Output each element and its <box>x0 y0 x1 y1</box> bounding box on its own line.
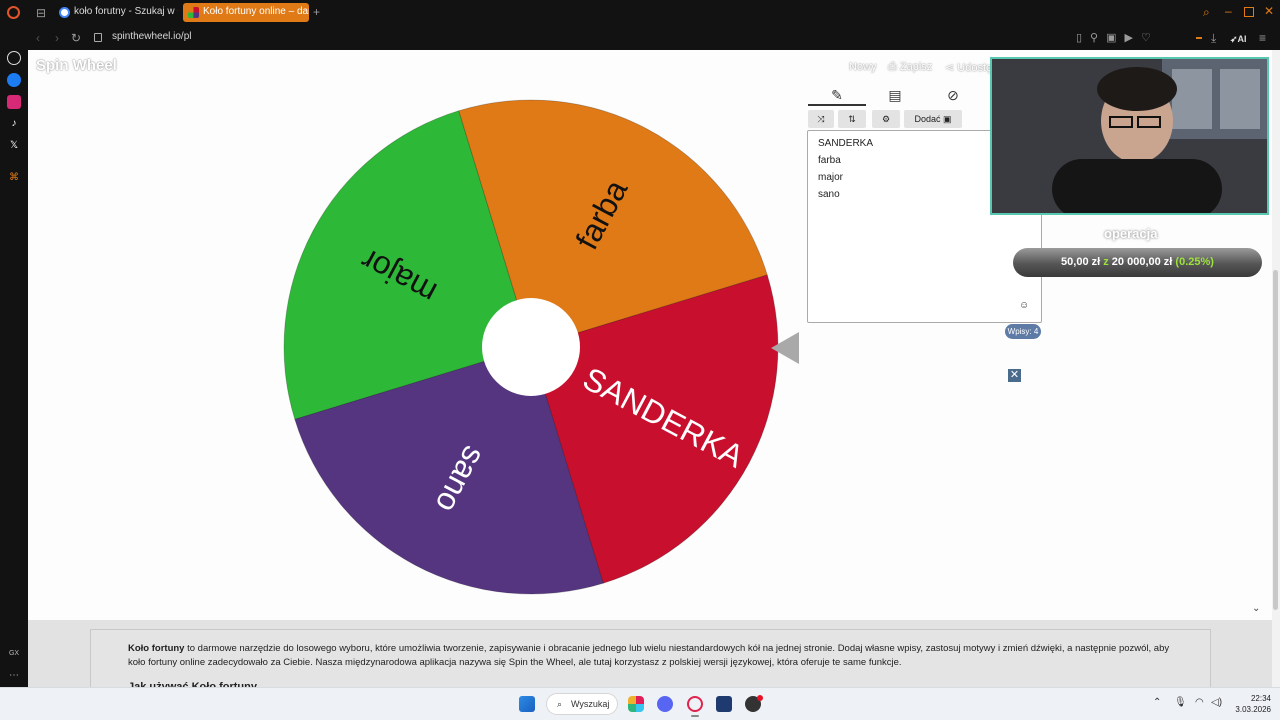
overlay-title: operacja <box>1104 226 1158 241</box>
new-tab-icon[interactable]: + <box>313 5 320 19</box>
taskbar-search[interactable]: ⌕ Wyszukaj <box>546 693 618 715</box>
spin-wheel[interactable]: SANDERKAsanomajorfarba <box>283 99 779 595</box>
chevron-down-icon[interactable]: ⌄ <box>1252 603 1260 614</box>
tab-label: koło forutny - Szukaj w Go <box>74 6 178 17</box>
settings-button[interactable]: ⚙ <box>872 110 900 128</box>
slack-icon[interactable] <box>628 696 644 712</box>
share-link[interactable]: ⋖ Udostę <box>945 61 992 74</box>
search-tabs-icon[interactable]: ⌕ <box>1203 5 1210 19</box>
clock-date: 3.03.2026 <box>1235 705 1271 714</box>
goal-target: 20 000,00 zł <box>1111 256 1173 268</box>
search-icon: ⌕ <box>557 699 563 709</box>
minimize-icon[interactable]: – <box>1225 4 1232 18</box>
notification-dot <box>757 695 763 701</box>
shuffle-button[interactable]: ⤨ <box>808 110 834 128</box>
scrollbar-thumb[interactable] <box>1273 270 1278 610</box>
eye-off-icon: ⊘ <box>947 87 959 103</box>
wifi-icon[interactable]: ◠ <box>1195 697 1204 708</box>
microphone-icon[interactable]: 🎙︎ <box>1174 697 1187 708</box>
taskbar-search-label: Wyszukaj <box>571 699 610 709</box>
sort-icon: ⇅ <box>848 114 856 124</box>
tab-spin-wheel[interactable]: Koło fortuny online – darm <box>183 3 309 22</box>
tray-chevron-icon[interactable]: ⌃ <box>1153 697 1161 708</box>
tab-label: Koło fortuny online – darm <box>203 6 309 17</box>
start-icon[interactable] <box>519 696 535 712</box>
close-window-icon[interactable]: ✕ <box>1264 4 1274 18</box>
add-image-button[interactable]: Dodać ▣ <box>904 110 962 128</box>
emoji-icon[interactable]: ☺ <box>1019 300 1029 311</box>
more-icon[interactable]: ⋯ <box>7 669 21 683</box>
instagram-icon[interactable] <box>7 95 21 109</box>
tab-edit[interactable]: ✎ <box>808 84 866 106</box>
wheel-favicon-icon <box>188 7 199 18</box>
chatgpt-icon[interactable] <box>7 51 21 65</box>
save-link[interactable]: ⎙ Zapisz <box>888 61 932 74</box>
extension-icon[interactable] <box>1196 37 1202 39</box>
entry-line[interactable]: farba <box>818 155 841 166</box>
save-label: Zapisz <box>899 61 933 73</box>
tiktok-icon[interactable]: ♪ <box>7 117 21 131</box>
info-body: to darmowe narzędzie do losowego wyboru,… <box>128 643 1170 668</box>
info-paragraph: Koło fortuny to darmowe narzędzie do los… <box>128 642 1188 670</box>
share-icon: ⋖ <box>945 62 958 74</box>
reload-icon[interactable]: ↻ <box>71 31 81 45</box>
wheel-center[interactable] <box>482 298 580 396</box>
forward-icon[interactable]: › <box>55 31 59 45</box>
browser-toolbar-icons[interactable]: ▯⚲▣▶♡ <box>1076 31 1159 45</box>
new-link[interactable]: Nowy <box>849 61 877 73</box>
opera-gx-icon[interactable] <box>687 696 703 712</box>
clipboard-icon: ▤ <box>888 87 902 103</box>
wheel-pointer <box>771 332 799 364</box>
lock-icon <box>94 33 102 42</box>
back-icon[interactable]: ‹ <box>36 31 40 45</box>
entry-count-badge: Wpisy: 4 <box>1005 324 1041 339</box>
pinboard-icon[interactable]: ⌘ <box>7 171 21 185</box>
taskbar-clock[interactable]: 22:34 3.03.2026 <box>1229 693 1271 715</box>
gx-icon[interactable]: GX <box>7 647 21 661</box>
tab-menu-icon[interactable]: ⊟ <box>36 6 46 20</box>
close-ad-icon[interactable]: ✕ <box>1008 369 1021 382</box>
pencil-icon: ✎ <box>831 87 843 103</box>
add-label: Dodać <box>914 114 941 124</box>
app-icon[interactable] <box>716 696 732 712</box>
gear-icon: ⚙ <box>881 114 891 124</box>
download-icon[interactable]: ⤓ <box>1211 31 1216 45</box>
image-icon: ▣ <box>943 114 952 124</box>
maximize-icon[interactable] <box>1244 7 1254 17</box>
goal-text: 50,00 zł z 20 000,00 zł (0.25%) <box>1013 256 1262 268</box>
x-icon[interactable]: 𝕏 <box>7 139 21 153</box>
goal-connector: z <box>1103 256 1109 268</box>
entry-line[interactable]: sano <box>818 189 840 200</box>
webcam-overlay <box>990 57 1269 215</box>
entry-line[interactable]: SANDERKA <box>818 138 873 149</box>
tab-hide[interactable]: ⊘ <box>924 84 982 106</box>
tab-results[interactable]: ▤ <box>866 84 924 106</box>
goal-raised: 50,00 zł <box>1061 256 1101 268</box>
volume-icon[interactable]: ◁) <box>1211 697 1222 708</box>
webcam-feed <box>992 59 1267 213</box>
entry-line[interactable]: major <box>818 172 843 183</box>
clock-time: 22:34 <box>1250 694 1271 703</box>
info-lead: Koło fortuny <box>128 643 185 654</box>
site-logo[interactable]: Spin Wheel <box>36 57 117 74</box>
active-app-indicator <box>691 715 699 717</box>
sort-button[interactable]: ⇅ <box>838 110 866 128</box>
messenger-icon[interactable] <box>7 73 21 87</box>
goal-percent: (0.25%) <box>1175 256 1214 268</box>
menu-icon[interactable]: ≡ <box>1259 31 1266 45</box>
save-icon: ⎙ <box>888 61 900 73</box>
shuffle-icon: ⤨ <box>817 114 825 124</box>
opera-menu-icon[interactable] <box>7 6 20 19</box>
google-icon <box>59 7 70 18</box>
discord-icon[interactable] <box>657 696 673 712</box>
tab-google-search[interactable]: koło forutny - Szukaj w Go <box>54 3 178 22</box>
url-field[interactable]: spinthewheel.io/pl <box>112 31 192 42</box>
ai-icon[interactable]: ➶AI <box>1230 32 1247 46</box>
share-label: Udostę <box>957 62 993 74</box>
